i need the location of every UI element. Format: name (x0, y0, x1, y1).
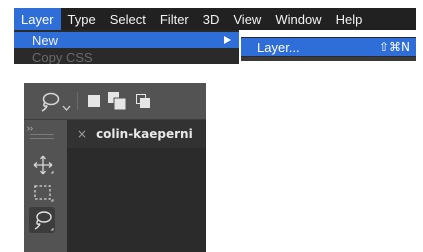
rectangular-marquee-tool-icon[interactable] (32, 182, 54, 204)
close-icon[interactable]: × (77, 127, 87, 141)
add-to-selection-icon[interactable] (108, 92, 127, 111)
lasso-icon[interactable] (38, 92, 60, 117)
menu-filter[interactable]: Filter (153, 8, 196, 30)
menu-view[interactable]: View (226, 8, 268, 30)
menu-item-new-layer-shortcut: ⇧⌘N (378, 40, 410, 54)
menu-type[interactable]: Type (61, 8, 103, 30)
menu-item-copy-css: Copy CSS (14, 49, 239, 65)
menu-help[interactable]: Help (329, 8, 370, 30)
menu-select[interactable]: Select (103, 8, 153, 30)
menu-item-new-label: New (32, 32, 59, 48)
menu-item-copy-css-label: Copy CSS (32, 49, 93, 65)
new-submenu: Layer... ⇧⌘N (241, 37, 416, 61)
panel-grip[interactable] (30, 134, 54, 139)
options-divider (77, 92, 78, 110)
menu-window[interactable]: Window (268, 8, 328, 30)
photoshop-workspace: ›› × colin-kaeperni (24, 83, 206, 252)
chevron-down-icon[interactable] (62, 98, 71, 116)
move-tool-icon[interactable] (32, 154, 54, 176)
collapse-panel-icon[interactable]: ›› (27, 124, 33, 133)
layer-dropdown-menu: New Copy CSS (14, 30, 239, 64)
menu-item-new[interactable]: New (14, 32, 239, 48)
panel-divider (60, 120, 67, 252)
document-tab-bar: × colin-kaeperni (67, 120, 206, 148)
tools-panel: ›› (24, 120, 60, 252)
submenu-next-item (241, 57, 416, 61)
menu-item-new-layer-label: Layer... (257, 39, 300, 55)
options-bar (24, 83, 206, 120)
menu-item-new-layer[interactable]: Layer... ⇧⌘N (241, 38, 416, 56)
menu-bar: Layer Type Select Filter 3D View Window … (14, 8, 416, 30)
document-tab-title: colin-kaeperni (96, 127, 193, 141)
new-selection-icon[interactable] (88, 95, 100, 107)
menu-layer[interactable]: Layer (14, 8, 61, 30)
submenu-arrow-icon (224, 36, 231, 44)
subtract-from-selection-icon[interactable] (136, 94, 150, 108)
menu-3d[interactable]: 3D (196, 8, 227, 30)
document-canvas[interactable] (67, 148, 206, 252)
lasso-tool-icon[interactable] (29, 207, 55, 233)
document-tab[interactable]: × colin-kaeperni (67, 120, 206, 148)
